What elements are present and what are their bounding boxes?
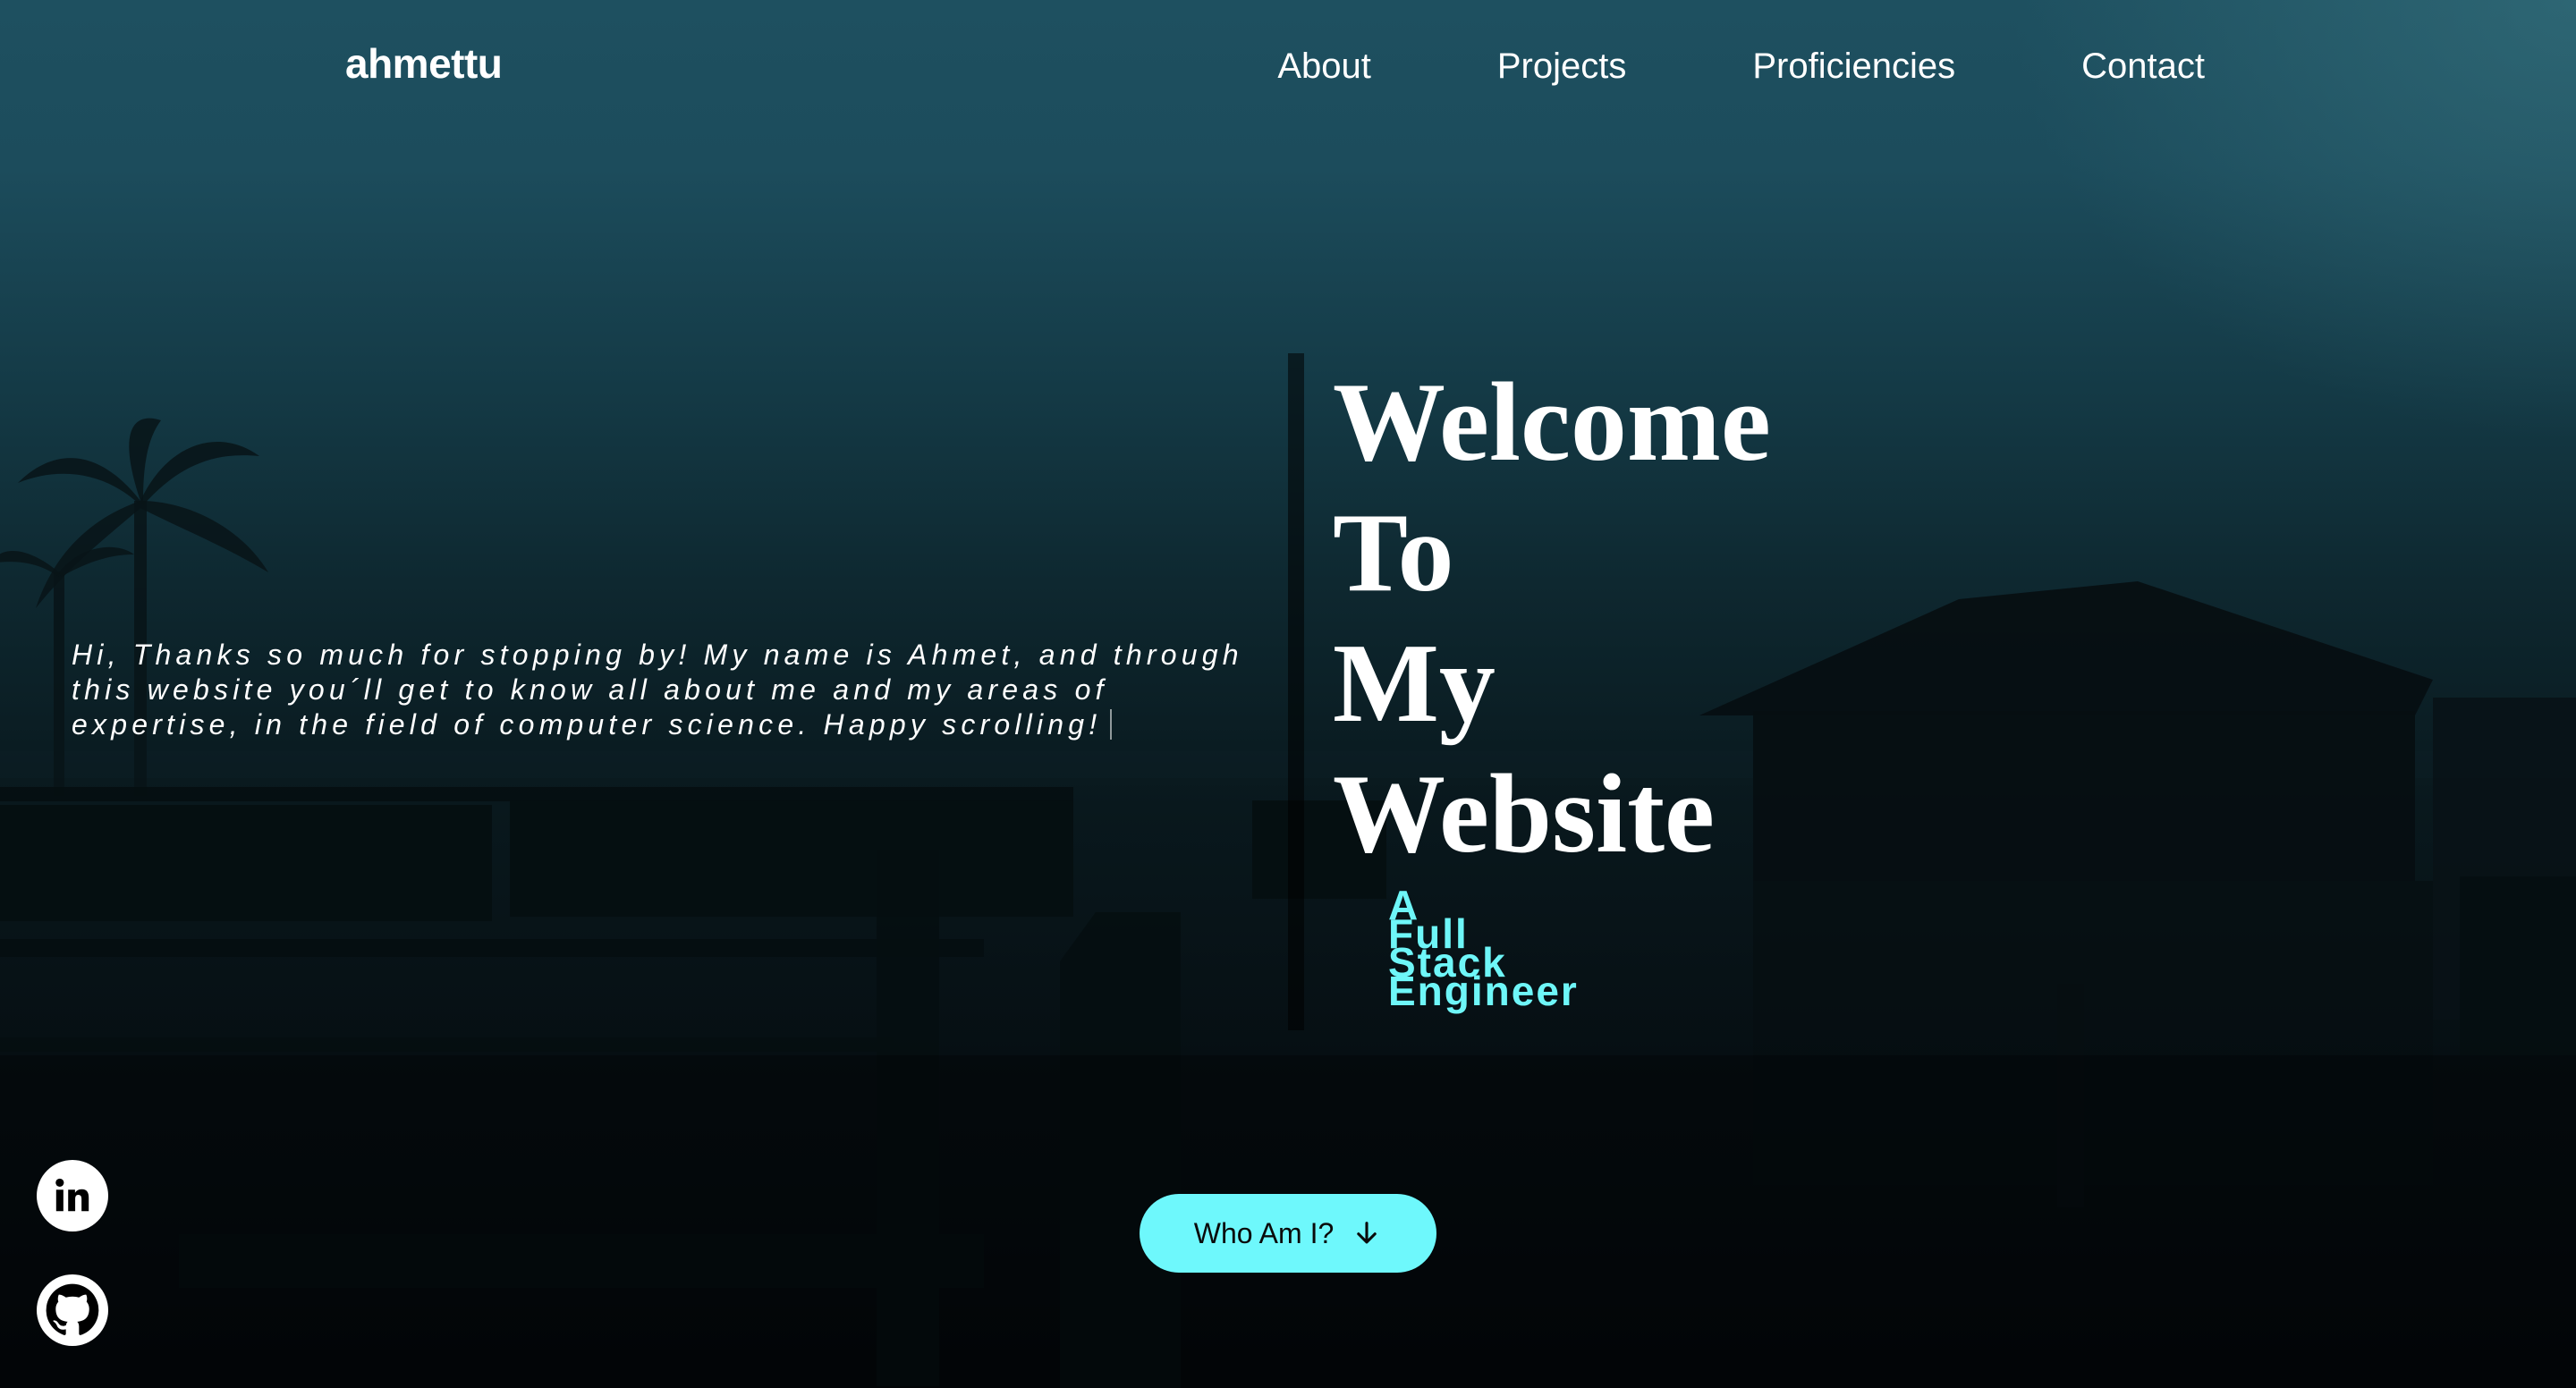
linkedin-link[interactable] <box>37 1160 108 1231</box>
github-icon <box>37 1274 108 1346</box>
nav-item-proficiencies[interactable]: Proficiencies <box>1752 47 1955 87</box>
linkedin-icon <box>55 1178 89 1212</box>
who-am-i-button[interactable]: Who Am I? <box>1140 1194 1436 1273</box>
typing-caret <box>1110 709 1113 740</box>
vertical-divider <box>1288 353 1304 1030</box>
main-nav: About Projects Proficiencies Contact <box>1277 47 2205 87</box>
headline-word: Website <box>1333 752 1715 876</box>
headline-word: My <box>1333 622 1496 746</box>
intro-text-block: Hi, Thanks so much for stopping by! My n… <box>72 638 1261 742</box>
github-link[interactable] <box>37 1274 108 1346</box>
headline-word: Welcome <box>1333 360 1771 485</box>
arrow-down-icon <box>1357 1222 1377 1244</box>
tagline-word: Engineer <box>1388 968 1579 1014</box>
headline-word: To <box>1333 491 1454 615</box>
hero-tagline: A Full Stack Engineer <box>1388 884 1579 1014</box>
nav-item-contact[interactable]: Contact <box>2081 47 2205 87</box>
site-logo[interactable]: ahmettu <box>345 39 503 88</box>
nav-item-about[interactable]: About <box>1277 47 1371 87</box>
who-am-i-label: Who Am I? <box>1193 1216 1335 1249</box>
intro-text: Hi, Thanks so much for stopping by! My n… <box>72 639 1243 741</box>
nav-item-projects[interactable]: Projects <box>1497 47 1627 87</box>
hero-headline: Welcome To My Website <box>1333 358 1771 880</box>
